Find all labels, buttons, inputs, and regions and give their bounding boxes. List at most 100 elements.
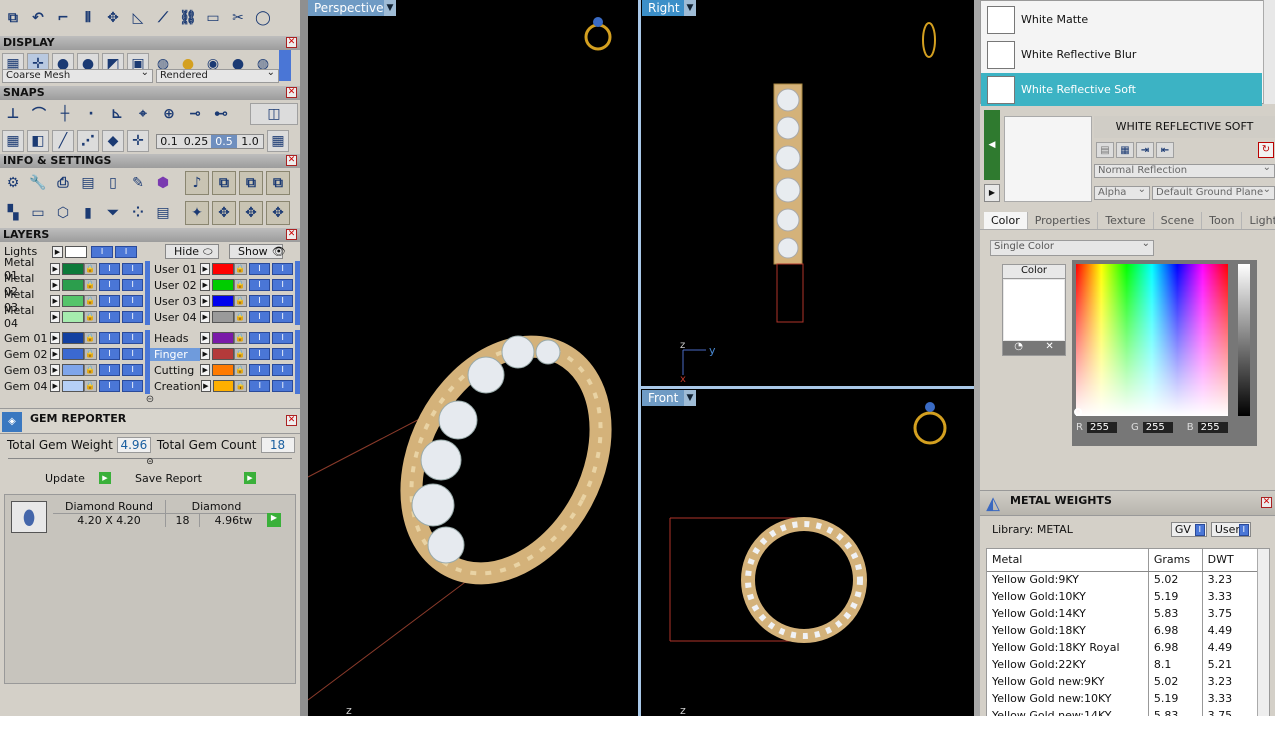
visible-icon[interactable]: I — [249, 279, 271, 291]
layer-color[interactable] — [212, 295, 234, 307]
reflection-select[interactable]: Normal Reflection — [1094, 162, 1275, 178]
layer-color[interactable] — [212, 348, 234, 360]
close-icon[interactable]: ✕ — [286, 87, 297, 98]
lock-icon[interactable]: 🔒 — [83, 364, 98, 376]
layer-row[interactable]: Cutting ▶ 🔒 I I — [150, 362, 300, 378]
col-grams[interactable]: Grams — [1148, 549, 1203, 572]
snap-value[interactable]: 0.25 — [181, 134, 211, 148]
brightness-slider[interactable] — [1238, 264, 1250, 416]
close-icon[interactable]: ✕ — [286, 415, 297, 426]
layer-name[interactable]: Cutting — [150, 364, 200, 377]
layer-color[interactable] — [62, 380, 84, 392]
lock-icon[interactable]: 🔒 — [233, 348, 248, 360]
g-input[interactable]: 255 — [1142, 422, 1173, 433]
show-button[interactable]: Show 👁 — [229, 244, 286, 259]
layer-color[interactable] — [62, 332, 84, 344]
node-select-icon[interactable]: ✥ — [266, 201, 290, 225]
filter-icon[interactable]: ⏷ — [102, 202, 124, 224]
grid-snap-icon[interactable]: ▦ — [267, 130, 289, 152]
layer-row[interactable]: Gem 03 ▶ 🔒 I I — [0, 362, 151, 378]
visible-icon[interactable]: I — [122, 295, 144, 307]
play-icon[interactable]: ▶ — [49, 348, 61, 360]
cylinder-icon[interactable]: ▮ — [77, 202, 99, 224]
layer-name[interactable]: User 03 — [150, 295, 200, 308]
play-icon[interactable]: ▶ — [200, 380, 212, 392]
visible-icon[interactable]: I — [272, 332, 294, 344]
visible-icon[interactable]: I — [249, 380, 271, 392]
hue-saturation-field[interactable] — [1076, 264, 1228, 416]
layer-name[interactable]: Gem 04 — [0, 380, 50, 393]
lock-icon[interactable]: 🔒 — [83, 380, 98, 392]
tab-scene[interactable]: Scene — [1154, 212, 1203, 229]
layer-row[interactable]: User 01 ▶ 🔒 I I — [150, 261, 300, 277]
layer-name[interactable]: User 01 — [150, 263, 200, 276]
collapse-icon[interactable]: ⊝ — [0, 394, 300, 408]
layer-color[interactable] — [62, 279, 84, 291]
lock-icon[interactable]: 🔒 — [83, 332, 98, 344]
visible-icon[interactable]: I — [122, 263, 144, 275]
play-icon[interactable]: ▶ — [49, 263, 61, 275]
visible-icon[interactable]: I — [249, 348, 271, 360]
report-icon[interactable]: ▤ — [152, 202, 174, 224]
lock-icon[interactable]: 🔒 — [233, 332, 248, 344]
table-row[interactable]: Yellow Gold:14KY 5.83 3.75 — [987, 605, 1266, 622]
objects-icon[interactable]: ⧉ — [2, 7, 24, 29]
lock-icon[interactable]: 🔒 — [233, 311, 248, 323]
play-icon[interactable]: ▶ — [49, 295, 61, 307]
layer-row[interactable]: Finger ▶ 🔒 I I — [150, 346, 300, 362]
save-icon[interactable]: ▤ — [1096, 142, 1114, 158]
layer-row[interactable]: Gem 01 ▶ 🔒 I I — [0, 330, 151, 346]
layer-name[interactable]: Metal 04 — [0, 304, 50, 330]
left-splitter[interactable] — [300, 0, 308, 716]
gv-button[interactable]: GV I — [1170, 521, 1207, 537]
update-button[interactable]: Update ▶ — [42, 471, 112, 486]
play-icon[interactable]: ▶ — [199, 295, 211, 307]
cut-icon[interactable]: ✂ — [227, 7, 249, 29]
visible-icon[interactable]: I — [249, 311, 271, 323]
lock-icon[interactable]: 🔒 — [83, 295, 98, 307]
material-item[interactable]: White Matte — [981, 3, 1262, 36]
play-icon[interactable]: ▶ — [49, 364, 61, 376]
table-row[interactable]: Yellow Gold:9KY 5.02 3.23 — [987, 571, 1266, 588]
visible-icon[interactable]: I — [272, 311, 294, 323]
tab-color[interactable]: Color — [984, 212, 1028, 229]
tab-properties[interactable]: Properties — [1028, 212, 1099, 229]
visible-icon[interactable]: I — [272, 263, 294, 275]
palette-icon[interactable]: ◔ — [1014, 341, 1023, 355]
layer-color[interactable] — [62, 263, 84, 275]
lock-icon[interactable]: 🔒 — [234, 380, 248, 392]
layer-color[interactable] — [212, 332, 234, 344]
visible-icon[interactable]: I — [272, 348, 294, 360]
select-window-icon[interactable]: ⧉ — [212, 171, 236, 195]
play-icon[interactable]: ▶ — [49, 332, 61, 344]
visible-icon[interactable]: I — [99, 332, 121, 344]
user-button[interactable]: User I — [1210, 521, 1251, 537]
display-slider[interactable] — [279, 47, 291, 81]
visible-icon[interactable]: I — [122, 279, 144, 291]
printer-icon[interactable]: ⎙ — [52, 172, 74, 194]
close-icon[interactable]: ✕ — [286, 155, 297, 166]
table-row[interactable]: Yellow Gold:22KY 8.1 5.21 — [987, 656, 1266, 673]
visible-icon[interactable]: I — [122, 332, 144, 344]
visible-icon[interactable]: I — [272, 380, 294, 392]
snap-end-icon[interactable]: ⊥ — [2, 103, 24, 125]
visible-icon[interactable]: I — [99, 311, 121, 323]
table-row[interactable]: Yellow Gold:18KY 6.98 4.49 — [987, 622, 1266, 639]
gumball-icon[interactable]: ✛ — [127, 130, 149, 152]
tab-toon[interactable]: Toon — [1202, 212, 1243, 229]
snap-tangent-icon[interactable]: ⊸ — [184, 103, 206, 125]
notes-icon[interactable]: ✎ — [127, 172, 149, 194]
layer-name[interactable]: Gem 03 — [0, 364, 50, 377]
visible-icon[interactable]: I — [99, 295, 121, 307]
select-group-icon[interactable]: ⧉ — [239, 171, 263, 195]
table-row[interactable]: Yellow Gold new:9KY 5.02 3.23 — [987, 673, 1266, 690]
lock-icon[interactable]: 🔒 — [83, 279, 98, 291]
layer-name[interactable]: Finger — [150, 347, 200, 361]
document-icon[interactable]: ▯ — [102, 172, 124, 194]
layer-color[interactable] — [212, 279, 234, 291]
sweep-icon[interactable]: ⟋ — [152, 7, 174, 29]
play-icon[interactable]: ▶ — [199, 311, 211, 323]
corner-curve-icon[interactable]: ⌐ — [52, 7, 74, 29]
table-row[interactable]: Yellow Gold:18KY Royal 6.98 4.49 — [987, 639, 1266, 656]
export-icon[interactable]: ⇥ — [1136, 142, 1154, 158]
